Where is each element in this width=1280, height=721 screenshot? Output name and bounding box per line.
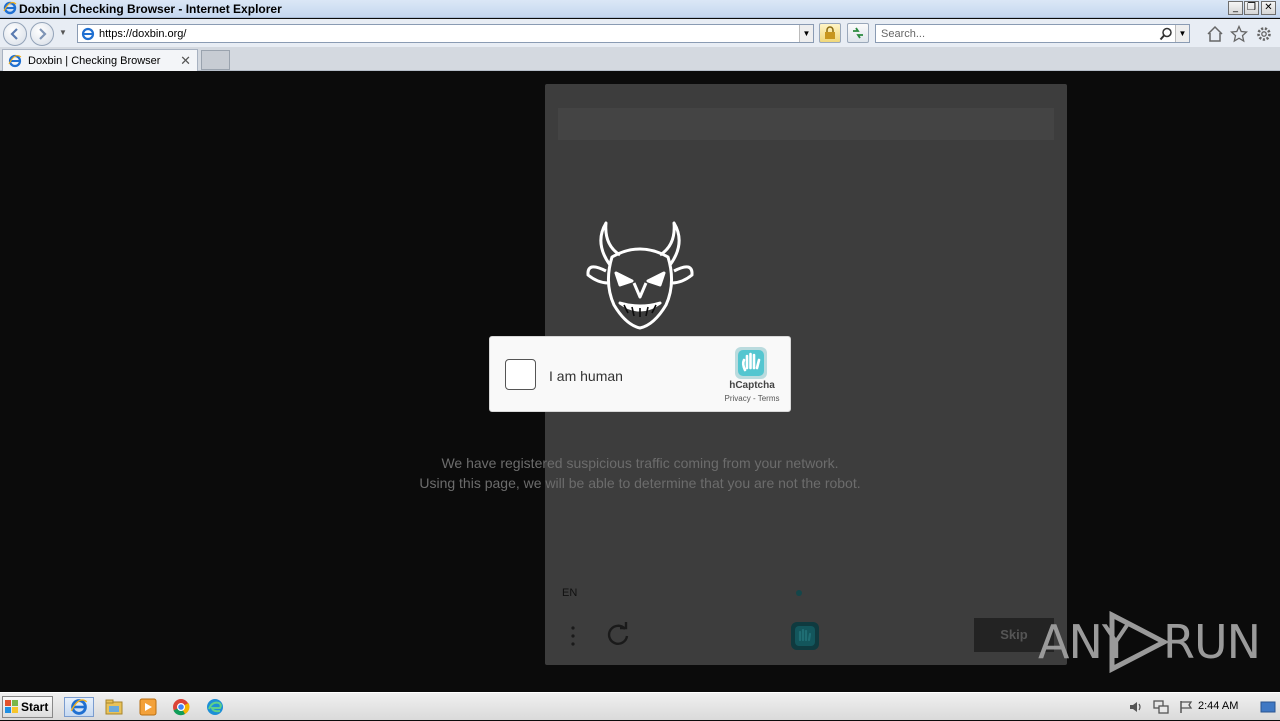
challenge-prompt-header bbox=[558, 108, 1054, 140]
system-clock[interactable]: 2:44 AM bbox=[1198, 700, 1238, 712]
minimize-button[interactable]: _ bbox=[1228, 1, 1243, 15]
challenge-refresh-icon[interactable] bbox=[605, 622, 631, 648]
address-dropdown-icon[interactable]: ▼ bbox=[799, 25, 813, 42]
start-button[interactable]: Start bbox=[2, 696, 53, 718]
navigation-bar: ▼ https://doxbin.org/ ▼ Search... ▼ bbox=[0, 19, 1280, 47]
network-icon[interactable] bbox=[1153, 700, 1169, 714]
back-button[interactable] bbox=[3, 22, 27, 46]
site-page-icon bbox=[81, 27, 95, 41]
privacy-terms-links[interactable]: Privacy - Terms bbox=[714, 394, 790, 403]
notice-line-2: Using this page, we will be able to dete… bbox=[419, 475, 861, 491]
hcaptcha-checkbox-widget: I am human hCaptcha Privacy - Terms bbox=[489, 336, 791, 412]
anyrun-watermark: ANY RUN bbox=[1038, 609, 1261, 675]
windows-logo-icon bbox=[5, 700, 18, 713]
forward-button[interactable] bbox=[30, 22, 54, 46]
window-title: Doxbin | Checking Browser - Internet Exp… bbox=[19, 2, 282, 16]
settings-gear-icon[interactable] bbox=[1255, 25, 1273, 43]
title-bar: Doxbin | Checking Browser - Internet Exp… bbox=[0, 0, 1280, 18]
captcha-label: I am human bbox=[549, 368, 623, 384]
watermark-run: RUN bbox=[1163, 615, 1261, 669]
favorites-star-icon[interactable] bbox=[1230, 25, 1248, 43]
menu-dots-icon[interactable] bbox=[570, 624, 576, 648]
language-selector[interactable]: EN bbox=[562, 587, 577, 599]
recent-pages-dropdown[interactable]: ▼ bbox=[59, 28, 69, 38]
hcaptcha-logo-icon bbox=[791, 622, 819, 650]
show-desktop-icon[interactable] bbox=[1260, 700, 1276, 714]
tab-label: Doxbin | Checking Browser bbox=[28, 55, 161, 67]
tab-close-icon[interactable]: ✕ bbox=[180, 53, 191, 69]
search-placeholder: Search... bbox=[881, 28, 926, 40]
human-checkbox[interactable] bbox=[505, 359, 536, 390]
address-bar[interactable]: https://doxbin.org/ ▼ bbox=[77, 24, 814, 43]
url-text: https://doxbin.org/ bbox=[99, 28, 187, 40]
play-triangle-icon bbox=[1109, 611, 1170, 673]
notice-line-1: We have registered suspicious traffic co… bbox=[441, 455, 839, 471]
new-tab-button[interactable] bbox=[201, 50, 230, 70]
tab-bar: Doxbin | Checking Browser ✕ bbox=[0, 47, 1280, 71]
volume-icon[interactable] bbox=[1128, 700, 1144, 714]
internet-explorer-icon bbox=[3, 1, 17, 15]
close-button[interactable]: ✕ bbox=[1261, 1, 1276, 15]
page-content: EN Skip I am human hCaptcha Privacy - Te… bbox=[0, 71, 1280, 691]
taskbar: Start 2:44 AM bbox=[0, 692, 1280, 720]
security-lock-button[interactable] bbox=[819, 23, 841, 43]
hcaptcha-hand-icon bbox=[735, 347, 767, 379]
edge-icon[interactable] bbox=[204, 697, 226, 717]
compatibility-refresh-button[interactable] bbox=[847, 23, 869, 43]
taskbar-internet-explorer[interactable] bbox=[64, 697, 94, 717]
media-player-icon[interactable] bbox=[137, 697, 159, 717]
start-label: Start bbox=[21, 700, 49, 714]
lock-icon bbox=[825, 26, 835, 39]
back-icon bbox=[10, 28, 18, 40]
internet-explorer-icon bbox=[70, 699, 88, 715]
tab-doxbin[interactable]: Doxbin | Checking Browser ✕ bbox=[2, 49, 198, 71]
search-icon[interactable] bbox=[1159, 27, 1173, 41]
hcaptcha-brand: hCaptcha bbox=[729, 380, 775, 391]
search-box[interactable]: Search... ▼ bbox=[875, 24, 1190, 43]
action-center-flag-icon[interactable] bbox=[1178, 700, 1194, 714]
suspicious-traffic-notice: We have registered suspicious traffic co… bbox=[340, 453, 940, 493]
tab-page-icon bbox=[8, 54, 22, 68]
chrome-icon[interactable] bbox=[170, 697, 192, 717]
challenge-progress-dot bbox=[796, 590, 802, 596]
search-dropdown-icon[interactable]: ▼ bbox=[1175, 25, 1189, 42]
home-icon[interactable] bbox=[1206, 25, 1224, 43]
forward-icon bbox=[39, 28, 47, 40]
restore-button[interactable]: ❐ bbox=[1244, 1, 1259, 15]
file-explorer-icon[interactable] bbox=[103, 697, 125, 717]
devil-logo-icon bbox=[586, 221, 694, 330]
refresh-icon bbox=[853, 27, 863, 39]
